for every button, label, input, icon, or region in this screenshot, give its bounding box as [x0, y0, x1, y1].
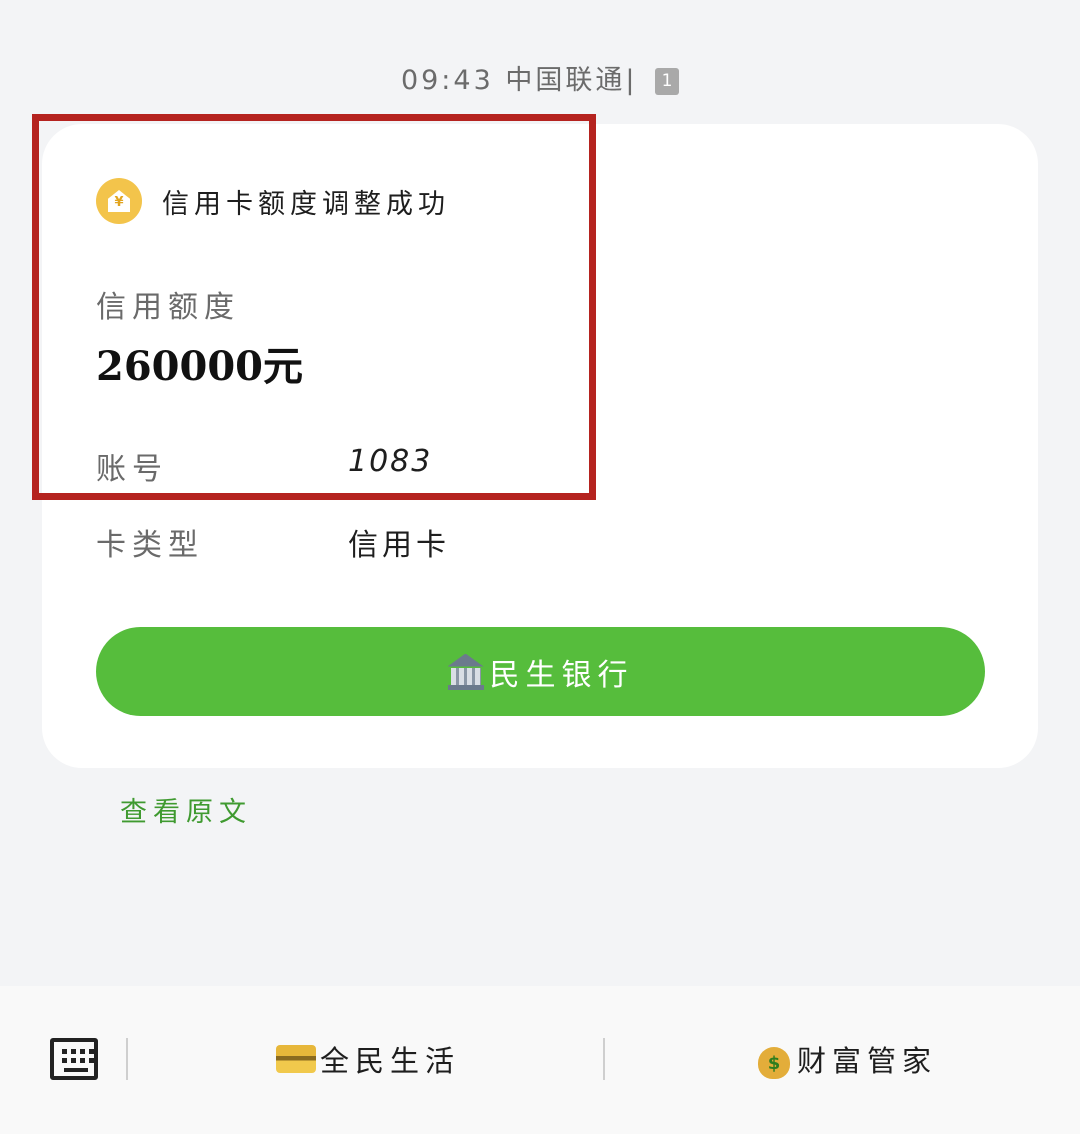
bank-notice-icon	[96, 178, 142, 224]
menu-divider	[126, 1038, 128, 1080]
menu-item-label: 全民生活	[320, 1044, 461, 1078]
notification-title: 信用卡额度调整成功	[162, 189, 450, 220]
keyboard-icon[interactable]	[50, 1038, 98, 1080]
money-bag-icon	[755, 1039, 793, 1079]
status-carrier: 中国联通	[505, 65, 626, 96]
menu-divider	[603, 1038, 605, 1080]
card-type-value: 信用卡	[348, 528, 450, 563]
sim-badge: 1	[655, 68, 680, 95]
menu-item-label: 财富管家	[797, 1044, 938, 1078]
account-value: 1083	[348, 444, 433, 479]
credit-card-icon	[276, 1045, 316, 1073]
status-bar: 09:43 中国联通| 1	[0, 58, 1080, 97]
view-original-link[interactable]: 查看原文	[120, 790, 252, 829]
status-time: 09:43	[400, 65, 494, 96]
card-type-label: 卡类型	[96, 528, 204, 563]
credit-limit-label: 信用额度	[96, 290, 240, 325]
menu-item-quanmin-life[interactable]: 全民生活	[276, 1036, 460, 1082]
bank-button[interactable]: 民生银行	[96, 627, 985, 716]
bank-building-icon	[447, 653, 484, 690]
status-separator: |	[625, 65, 638, 96]
bank-button-label: 民生银行	[489, 657, 634, 693]
menu-item-wealth-manager[interactable]: 财富管家	[755, 1036, 937, 1082]
credit-limit-value: 260000元	[96, 343, 303, 390]
account-label: 账号	[96, 452, 168, 487]
